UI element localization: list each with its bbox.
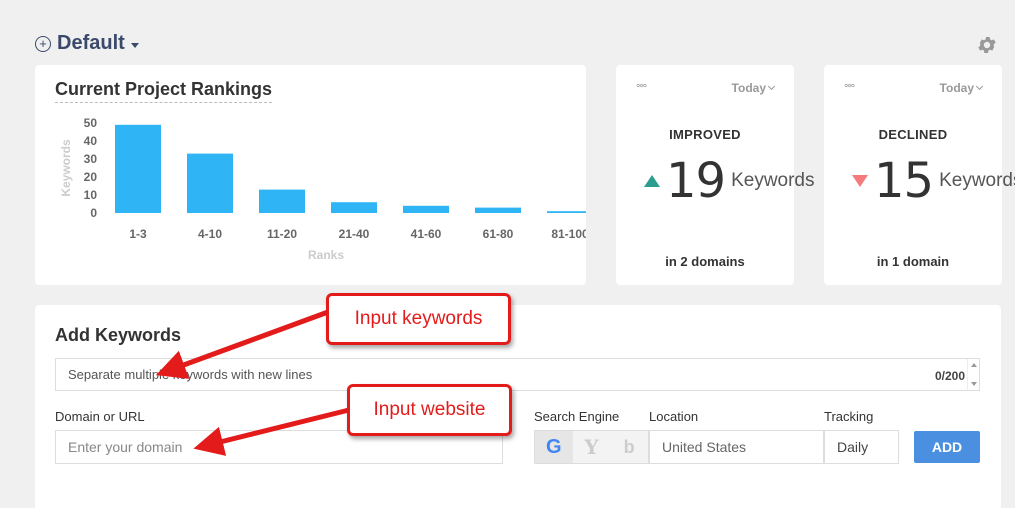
chevron-down-icon[interactable] xyxy=(130,43,139,48)
project-name[interactable]: Default xyxy=(57,32,125,55)
x-tick-label: 81-100 xyxy=(551,227,586,241)
rankings-bar-chart: 0 10 20 30 40 50 Keywords 1-3 4-10 11-20 21-40 41-6… xyxy=(59,116,586,262)
keywords-field: 0/200 xyxy=(55,358,980,391)
tracking-select[interactable]: Daily xyxy=(824,430,899,464)
improved-label: IMPROVED xyxy=(669,127,741,142)
tracking-label: Tracking xyxy=(824,409,874,424)
chevron-down-icon xyxy=(975,82,984,91)
x-axis-label: Ranks xyxy=(308,248,344,262)
chart-bar[interactable] xyxy=(115,124,161,213)
chart-bar[interactable] xyxy=(547,211,586,213)
location-label: Location xyxy=(649,409,699,424)
domain-label: Domain or URL xyxy=(55,409,145,424)
y-tick-label: 20 xyxy=(84,170,98,184)
scroll-up-icon[interactable] xyxy=(971,363,977,367)
x-tick-label: 4-10 xyxy=(198,227,222,241)
period-dropdown[interactable]: Today xyxy=(939,81,984,95)
gear-icon[interactable] xyxy=(976,34,998,56)
declined-count: 15 xyxy=(874,153,934,209)
y-tick-label: 30 xyxy=(84,152,98,166)
chart-bar[interactable] xyxy=(187,153,233,213)
improved-domains: in 2 domains xyxy=(665,254,745,269)
y-tick-label: 40 xyxy=(84,134,98,148)
add-keywords-title: Add Keywords xyxy=(55,325,182,345)
keyword-counter: 0/200 xyxy=(934,369,965,383)
declined-card: °°° Today DECLINED 15 Keywords in 1 doma… xyxy=(824,65,1015,285)
y-tick-label: 0 xyxy=(90,206,97,220)
website-callout: Input website xyxy=(347,384,512,436)
x-tick-label: 61-80 xyxy=(483,227,514,241)
improved-card: °°° Today IMPROVED 19 Keywords in 2 doma… xyxy=(616,65,815,285)
add-project-icon[interactable]: + xyxy=(35,35,51,52)
sparkline-icon[interactable]: °°° xyxy=(636,83,647,95)
keywords-callout: Input keywords xyxy=(326,293,511,345)
x-tick-label: 11-20 xyxy=(267,227,297,241)
sparkline-icon[interactable]: °°° xyxy=(844,83,855,95)
chevron-down-icon xyxy=(767,82,776,91)
chart-bar[interactable] xyxy=(403,205,449,213)
period-label: Today xyxy=(939,81,974,95)
improved-count: 19 xyxy=(666,153,726,209)
y-tick-label: 10 xyxy=(84,188,98,202)
chart-bar[interactable] xyxy=(331,202,377,213)
improved-unit: Keywords xyxy=(731,170,815,191)
x-tick-label: 21-40 xyxy=(339,227,370,241)
search-engine-selector: G Y b xyxy=(534,430,649,464)
period-label: Today xyxy=(731,81,766,95)
x-tick-label: 1-3 xyxy=(129,227,147,241)
x-tick-label: 41-60 xyxy=(411,227,442,241)
location-input[interactable] xyxy=(649,430,824,464)
declined-domains: in 1 domain xyxy=(876,254,950,269)
google-icon[interactable]: G xyxy=(535,431,573,463)
improved-stat: 19 Keywords xyxy=(644,153,815,209)
y-tick-label: 50 xyxy=(84,116,98,130)
declined-label: DECLINED xyxy=(878,127,948,142)
rankings-card: Current Project Rankings 0 10 20 30 40 50 Keyw… xyxy=(35,65,586,285)
yahoo-icon[interactable]: Y xyxy=(573,431,611,463)
arrow-down-icon xyxy=(852,175,868,187)
period-dropdown[interactable]: Today xyxy=(731,81,776,95)
search-engine-label: Search Engine xyxy=(534,409,620,424)
declined-unit: Keywords xyxy=(939,170,1015,191)
bing-icon[interactable]: b xyxy=(610,431,648,463)
arrow-up-icon xyxy=(644,175,660,187)
textarea-scrollbar[interactable] xyxy=(967,359,979,390)
chart-bar[interactable] xyxy=(259,189,305,213)
y-axis-label: Keywords xyxy=(59,139,73,197)
add-button[interactable]: ADD xyxy=(914,431,980,463)
add-keywords-card: Add Keywords 0/200 Domain or URL Search … xyxy=(35,305,1001,508)
chart-bar[interactable] xyxy=(475,207,521,213)
project-selector[interactable]: + Default xyxy=(35,32,139,55)
declined-stat: 15 Keywords xyxy=(852,153,1015,209)
scroll-down-icon[interactable] xyxy=(971,382,977,386)
